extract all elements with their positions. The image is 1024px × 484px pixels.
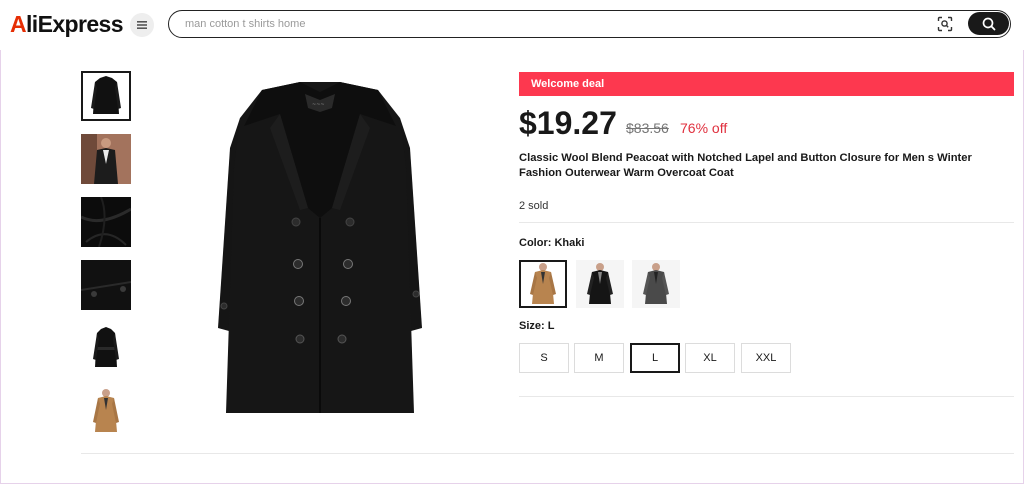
thumbnail-4[interactable]	[81, 260, 131, 310]
color-option-gray[interactable]	[632, 260, 680, 308]
discount-percent: 76% off	[680, 120, 728, 136]
black-peacoat-image: ~~~	[218, 82, 422, 413]
thumbnail-5[interactable]	[81, 323, 131, 373]
search-bar	[168, 10, 1011, 38]
sold-count: 2 sold	[519, 200, 549, 212]
size-label: Size: L	[519, 320, 555, 332]
color-option-khaki[interactable]	[519, 260, 567, 308]
divider	[519, 222, 1014, 223]
current-price: $19.27	[519, 105, 617, 141]
khaki-coat-swatch	[530, 263, 556, 304]
size-option-l[interactable]: L	[630, 343, 680, 373]
welcome-deal-banner: Welcome deal	[519, 72, 1014, 96]
original-price: $83.56	[626, 120, 669, 136]
thumbnail-2[interactable]	[81, 134, 131, 184]
menu-icon	[137, 21, 147, 29]
size-option-s[interactable]: S	[519, 343, 569, 373]
black-coat-thumbnail	[91, 76, 121, 114]
header: AliExpress	[0, 0, 1024, 50]
search-input[interactable]	[185, 15, 925, 33]
belted-coat-thumbnail	[93, 327, 119, 367]
thumbnail-3[interactable]	[81, 197, 131, 247]
color-option-black[interactable]	[576, 260, 624, 308]
thumbnail-1[interactable]	[81, 71, 131, 121]
model-coat-thumbnail	[81, 134, 131, 184]
search-button[interactable]	[968, 12, 1009, 35]
product-title: Classic Wool Blend Peacoat with Notched …	[519, 152, 972, 179]
image-search-button[interactable]	[934, 14, 956, 34]
size-option-m[interactable]: M	[574, 343, 624, 373]
search-icon	[982, 17, 995, 30]
thumbnail-6[interactable]	[81, 386, 131, 436]
size-option-xl[interactable]: XL	[685, 343, 735, 373]
color-label: Color: Khaki	[519, 237, 585, 249]
camera-search-icon	[937, 16, 953, 32]
svg-text:~~~: ~~~	[312, 102, 325, 108]
black-coat-swatch	[587, 263, 613, 304]
size-option-xxl[interactable]: XXL	[741, 343, 791, 373]
fabric-closeup-thumbnail	[81, 197, 131, 247]
khaki-coat-thumbnail	[93, 389, 119, 432]
button-closeup-thumbnail	[81, 260, 131, 310]
bottom-divider	[81, 453, 1014, 454]
main-product-image[interactable]: ~~~	[200, 68, 440, 418]
aliexpress-logo[interactable]: AliExpress	[10, 10, 124, 38]
divider	[519, 396, 1014, 397]
menu-button[interactable]	[130, 13, 154, 37]
gray-coat-swatch	[643, 263, 669, 304]
